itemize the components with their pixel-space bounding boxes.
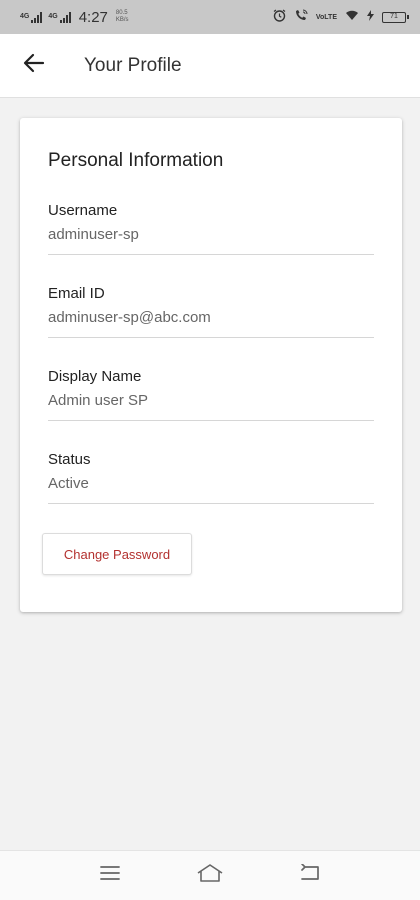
alarm-icon — [273, 9, 286, 25]
clock: 4:27 — [78, 8, 108, 26]
back-button[interactable] — [16, 48, 52, 84]
home-icon — [196, 863, 224, 888]
wifi-icon — [345, 10, 359, 24]
status-label: Status — [48, 451, 91, 468]
page-title: Your Profile — [84, 54, 182, 76]
username-field: Username adminuser-sp — [48, 202, 374, 255]
display-name-value: Admin user SP — [48, 392, 149, 409]
network-indicator-1: 4G — [20, 11, 43, 23]
home-button[interactable] — [190, 856, 230, 896]
status-field: Status Active — [48, 451, 374, 504]
username-value: adminuser-sp — [48, 226, 139, 243]
email-label: Email ID — [48, 285, 105, 302]
menu-icon — [99, 864, 121, 887]
network-indicator-2: 4G — [48, 11, 71, 23]
arrow-left-icon — [23, 52, 45, 79]
network-type-label: 4G — [20, 13, 30, 20]
battery-icon: 71 — [382, 11, 409, 23]
display-name-field: Display Name Admin user SP — [48, 368, 374, 421]
status-bar-right: VoLTE 71 — [273, 9, 409, 25]
email-value: adminuser-sp@abc.com — [48, 309, 211, 326]
status-bar-left: 4G 4G 4:27 80.5 KB/s — [20, 9, 129, 26]
section-title: Personal Information — [48, 150, 224, 171]
system-back-button[interactable] — [290, 856, 330, 896]
app-bar: Your Profile — [0, 34, 420, 98]
charging-icon — [367, 10, 374, 24]
email-field: Email ID adminuser-sp@abc.com — [48, 285, 374, 338]
network-speed-unit: KB/s — [115, 17, 129, 23]
wifi-calling-icon — [294, 9, 308, 25]
network-type-label: 4G — [48, 13, 58, 20]
volte-icon: VoLTE — [315, 13, 337, 21]
recent-apps-button[interactable] — [90, 856, 130, 896]
back-icon — [299, 863, 321, 887]
system-nav-bar — [0, 850, 420, 900]
username-label: Username — [48, 202, 118, 219]
network-speed-value: 80.5 — [115, 10, 128, 16]
status-bar: 4G 4G 4:27 80.5 KB/s VoLTE 71 — [0, 0, 420, 34]
signal-icon — [31, 11, 43, 23]
display-name-label: Display Name — [48, 368, 142, 385]
change-password-button[interactable]: Change Password — [42, 533, 192, 575]
battery-level: 71 — [390, 12, 398, 20]
signal-icon — [59, 11, 71, 23]
personal-information-card: Personal Information Username adminuser-… — [20, 118, 402, 612]
network-speed: 80.5 KB/s — [114, 10, 129, 24]
status-value: Active — [48, 475, 89, 492]
